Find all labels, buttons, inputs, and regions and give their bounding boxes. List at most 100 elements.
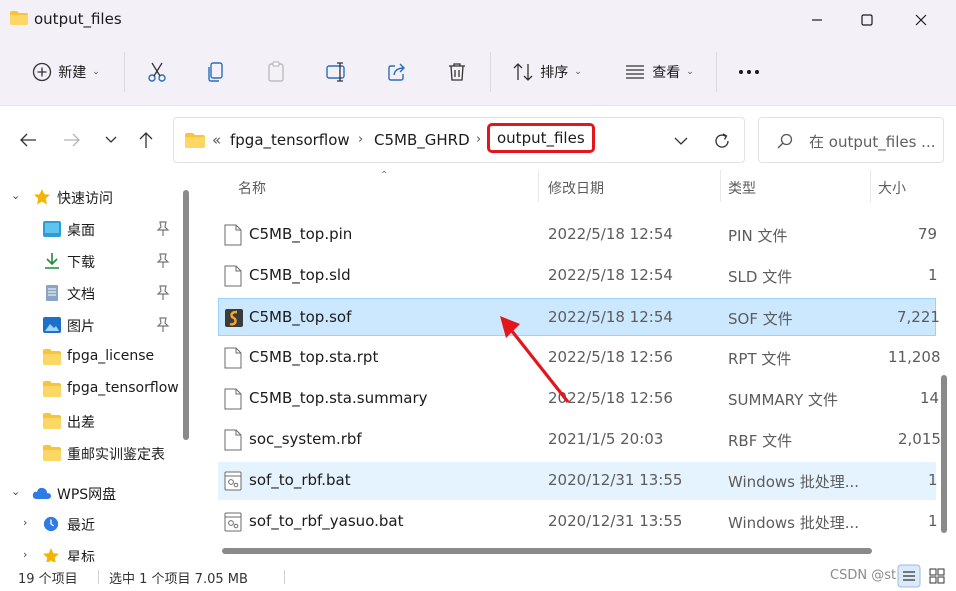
navigation-pane: ⌄ 快速访问 桌面 下载 文档 图片 fpga_license fpga_ten… <box>0 170 194 562</box>
nav-wps-cloud[interactable]: ⌄ WPS网盘 <box>0 477 194 509</box>
details-view-button[interactable] <box>897 564 921 588</box>
view-button[interactable]: 查看 ⌄ <box>618 54 700 90</box>
arrow-right-icon <box>64 133 80 147</box>
chevron-right-icon[interactable]: › <box>23 516 27 529</box>
recent-locations-button[interactable] <box>97 126 125 154</box>
file-row[interactable]: C5MB_top.sta.rpt 2022/5/18 12:56 RPT 文件 … <box>218 339 941 377</box>
nav-starred[interactable]: › 星标 <box>0 540 194 562</box>
pin-icon <box>156 285 170 300</box>
nav-item-downloads[interactable]: 下载 <box>0 245 194 277</box>
breadcrumb-c5mb-ghrd[interactable]: C5MB_GHRD <box>374 131 470 149</box>
nav-item-fpga-license[interactable]: fpga_license <box>0 341 194 373</box>
address-bar[interactable]: « fpga_tensorflow › C5MB_GHRD › output_f… <box>173 117 745 163</box>
close-button[interactable] <box>898 0 944 40</box>
folder-icon <box>43 445 61 461</box>
column-divider[interactable] <box>538 170 539 202</box>
file-row-selected[interactable]: C5MB_top.sof 2022/5/18 12:54 SOF 文件 7,22… <box>218 298 940 336</box>
horizontal-scrollbar-thumb[interactable] <box>222 548 872 554</box>
file-row[interactable]: C5MB_top.sld 2022/5/18 12:54 SLD 文件 1 <box>218 257 938 295</box>
paste-button[interactable] <box>259 54 293 90</box>
file-size: 2,015 <box>898 430 941 448</box>
file-type: SUMMARY 文件 <box>728 391 839 409</box>
file-row[interactable]: C5MB_top.sta.summary 2022/5/18 12:56 SUM… <box>218 380 940 418</box>
batch-file-icon <box>224 471 242 491</box>
share-button[interactable] <box>380 54 414 90</box>
nav-item-fpga-tensorflow[interactable]: fpga_tensorflow <box>0 373 194 405</box>
file-size: 14 <box>920 389 940 407</box>
file-row[interactable]: C5MB_top.pin 2022/5/18 12:54 PIN 文件 79 <box>218 216 937 254</box>
nav-label: 图片 <box>67 319 95 335</box>
column-header-size[interactable]: 大小 <box>878 178 906 198</box>
sort-button[interactable]: 排序 ⌄ <box>506 54 588 90</box>
refresh-icon[interactable] <box>713 132 731 150</box>
chevron-right-icon[interactable]: › <box>23 548 27 561</box>
nav-quick-access[interactable]: ⌄ 快速访问 <box>0 181 194 213</box>
file-name: sof_to_rbf.bat <box>249 471 351 489</box>
view-label: 查看 <box>652 65 681 81</box>
file-row[interactable]: soc_system.rbf 2021/1/5 20:03 RBF 文件 2,0… <box>218 421 941 459</box>
desktop-icon <box>43 221 61 237</box>
toolbar-divider <box>124 52 125 92</box>
new-button[interactable]: 新建 ⌄ <box>24 54 108 90</box>
cut-button[interactable] <box>140 54 174 90</box>
file-name: C5MB_top.sta.summary <box>249 389 428 407</box>
chevron-down-icon: ⌄ <box>574 67 582 77</box>
tiles-view-button[interactable] <box>925 564 949 588</box>
nav-item-business-trip[interactable]: 出差 <box>0 405 194 437</box>
file-row[interactable]: sof_to_rbf.bat 2020/12/31 13:55 Windows … <box>218 462 938 500</box>
minimize-button[interactable] <box>794 0 840 40</box>
nav-item-pictures[interactable]: 图片 <box>0 309 194 341</box>
column-header-type[interactable]: 类型 <box>728 178 756 198</box>
pin-icon <box>156 317 170 332</box>
copy-icon <box>208 62 223 82</box>
clock-icon <box>43 516 59 532</box>
breadcrumb-current[interactable]: output_files <box>487 123 595 153</box>
nav-item-documents[interactable]: 文档 <box>0 277 194 309</box>
rename-button[interactable] <box>320 54 354 90</box>
star-icon <box>43 548 59 562</box>
toolbar-divider <box>716 52 717 92</box>
column-header-modified[interactable]: 修改日期 <box>548 178 604 198</box>
maximize-button[interactable] <box>844 0 890 40</box>
nav-scrollbar-thumb[interactable] <box>183 190 189 440</box>
column-divider[interactable] <box>720 170 721 202</box>
back-button[interactable] <box>14 126 42 154</box>
file-size: 1 <box>928 512 938 530</box>
chevron-down-icon[interactable]: ⌄ <box>11 189 20 202</box>
status-divider <box>284 570 285 584</box>
column-header-name[interactable]: 名称 <box>238 178 266 198</box>
copy-button[interactable] <box>199 54 233 90</box>
sof-file-icon <box>225 309 243 327</box>
nav-item-training-form[interactable]: 重邮实训鉴定表 <box>0 437 194 469</box>
search-box[interactable]: 在 output_files ... <box>758 117 944 163</box>
vertical-scrollbar-thumb[interactable] <box>941 375 947 533</box>
file-type: Windows 批处理... <box>728 473 860 491</box>
file-name: C5MB_top.pin <box>249 225 353 243</box>
breadcrumb-fpga-tensorflow[interactable]: fpga_tensorflow <box>230 131 350 149</box>
delete-button[interactable] <box>440 54 474 90</box>
search-icon <box>777 133 793 149</box>
chevron-down-icon[interactable]: ⌄ <box>11 485 20 498</box>
file-size: 1 <box>928 471 938 489</box>
nav-recent[interactable]: › 最近 <box>0 508 194 540</box>
new-label: 新建 <box>58 65 87 81</box>
up-button[interactable] <box>132 126 160 154</box>
chevron-down-icon[interactable] <box>674 137 688 146</box>
nav-item-desktop[interactable]: 桌面 <box>0 213 194 245</box>
maximize-icon <box>861 14 873 26</box>
item-count: 19 个项目 <box>18 572 78 587</box>
file-name: sof_to_rbf_yasuo.bat <box>249 512 404 530</box>
breadcrumb-overflow[interactable]: « <box>212 131 221 149</box>
more-icon <box>739 70 759 74</box>
column-divider[interactable] <box>870 170 871 202</box>
pin-icon <box>156 253 170 268</box>
plus-circle-icon <box>33 62 52 82</box>
more-options-button[interactable] <box>734 54 764 90</box>
forward-button[interactable] <box>58 126 86 154</box>
folder-icon <box>43 381 61 397</box>
folder-icon <box>185 133 205 148</box>
file-size: 7,221 <box>897 308 940 326</box>
download-icon <box>45 253 59 269</box>
chevron-down-icon: ⌄ <box>92 67 100 77</box>
file-row[interactable]: sof_to_rbf_yasuo.bat 2020/12/31 13:55 Wi… <box>218 503 938 541</box>
